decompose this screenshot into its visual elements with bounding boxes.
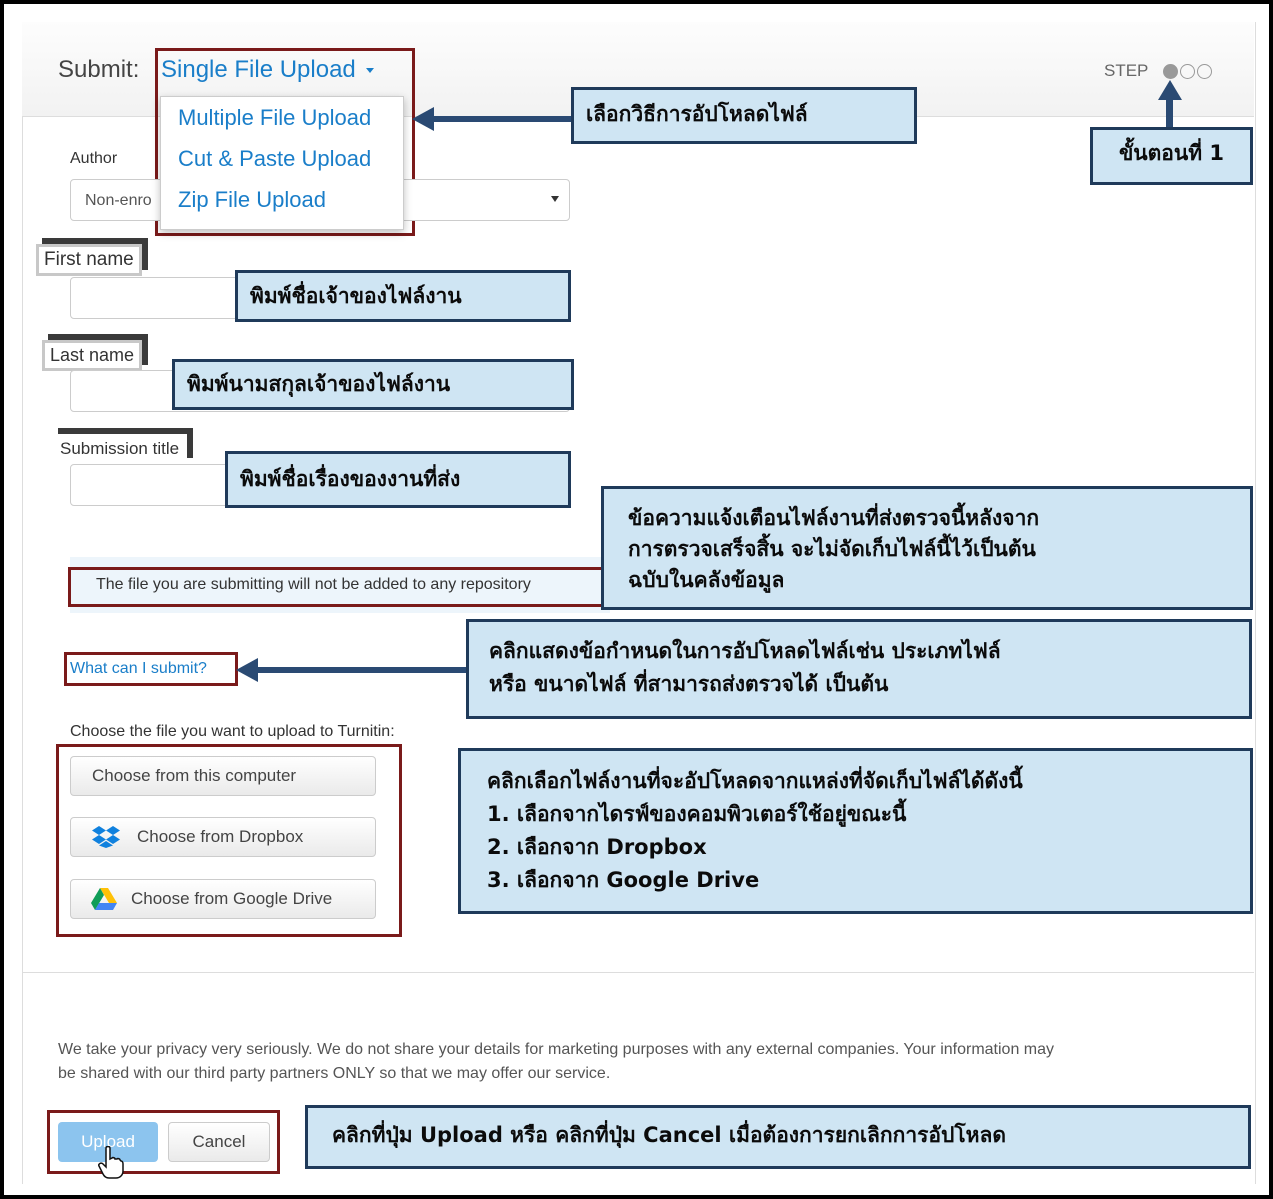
author-select-value: Non-enro bbox=[85, 192, 152, 209]
callout-what-submit: คลิกแสดงข้อกำหนดในการอัปโหลดไฟล์เช่น ประ… bbox=[466, 619, 1252, 719]
callout-notice: ข้อความแจ้งเตือนไฟล์งานที่ส่งตรวจนี้หลัง… bbox=[601, 486, 1253, 610]
first-name-label: First name bbox=[36, 244, 142, 276]
choose-from-dropbox-button[interactable]: Choose from Dropbox bbox=[70, 817, 376, 857]
callout-upload-cancel: คลิกที่ปุ่ม Upload หรือ คลิกที่ปุ่ม Canc… bbox=[305, 1105, 1251, 1169]
callout-source-line-2: 1. เลือกจากไดรฟ์ของคอมพิวเตอร์ใช้อยู่ขณะ… bbox=[487, 802, 907, 826]
menu-item-multiple-file-upload[interactable]: Multiple File Upload bbox=[178, 105, 371, 131]
submit-label: Submit: bbox=[58, 56, 140, 83]
choose-from-google-drive-label: Choose from Google Drive bbox=[131, 889, 333, 908]
callout-choose-source: คลิกเลือกไฟล์งานที่จะอัปโหลดจากแหล่งที่จ… bbox=[458, 748, 1253, 914]
menu-item-zip-file-upload[interactable]: Zip File Upload bbox=[178, 187, 326, 213]
last-name-label: Last name bbox=[42, 340, 143, 371]
choose-from-dropbox-label: Choose from Dropbox bbox=[137, 827, 304, 846]
what-can-i-submit-link[interactable]: What can I submit? bbox=[70, 660, 207, 678]
callout-source-line-1: คลิกเลือกไฟล์งานที่จะอัปโหลดจากแหล่งที่จ… bbox=[487, 769, 1023, 793]
submission-title-label: Submission title bbox=[52, 434, 188, 464]
arrow-line-step bbox=[1166, 98, 1173, 130]
privacy-line-1: We take your privacy very seriously. We … bbox=[58, 1041, 1055, 1058]
upload-method-menu: Multiple File Upload Cut & Paste Upload … bbox=[160, 96, 404, 230]
cancel-button[interactable]: Cancel bbox=[168, 1122, 270, 1162]
callout-source-line-3: 2. เลือกจาก Dropbox bbox=[487, 835, 707, 859]
arrow-left-icon bbox=[236, 658, 258, 682]
callout-step-one: ขั้นตอนที่ 1 bbox=[1090, 127, 1253, 185]
step-dot-1 bbox=[1163, 64, 1178, 79]
arrow-left-icon bbox=[412, 107, 434, 131]
callout-notice-line-2: การตรวจเสร็จสิ้น จะไม่จัดเก็บไฟล์นี้ไว้เ… bbox=[628, 537, 1036, 561]
choose-file-label: Choose the file you want to upload to Tu… bbox=[70, 723, 395, 740]
step-label: STEP bbox=[1104, 61, 1149, 80]
choose-from-computer-label: Choose from this computer bbox=[92, 766, 297, 785]
author-label: Author bbox=[70, 150, 118, 167]
privacy-notice: We take your privacy very seriously. We … bbox=[58, 1038, 1228, 1086]
arrow-up-icon bbox=[1158, 80, 1182, 100]
callout-what-submit-line-2: หรือ ขนาดไฟล์ ที่สามารถส่งตรวจได้ เป็นต้… bbox=[489, 672, 889, 696]
repository-notice-text: The file you are submitting will not be … bbox=[96, 576, 531, 593]
privacy-line-2: be shared with our third party partners … bbox=[58, 1065, 611, 1082]
callout-title: พิมพ์ชื่อเรื่องของงานที่ส่ง bbox=[225, 451, 571, 508]
hand-cursor-icon bbox=[98, 1145, 124, 1185]
cancel-button-label: Cancel bbox=[192, 1132, 246, 1151]
dropbox-icon bbox=[91, 826, 121, 848]
callout-choose-method: เลือกวิธีการอัปโหลดไฟล์ bbox=[571, 87, 917, 144]
callout-last-name: พิมพ์นามสกุลเจ้าของไฟล์งาน bbox=[172, 359, 574, 410]
callout-what-submit-line-1: คลิกแสดงข้อกำหนดในการอัปโหลดไฟล์เช่น ประ… bbox=[489, 639, 1001, 663]
arrow-line-submit bbox=[255, 667, 468, 673]
choose-from-computer-button[interactable]: Choose from this computer bbox=[70, 756, 376, 796]
callout-notice-line-3: ฉบับในคลังข้อมูล bbox=[628, 568, 785, 592]
step-dot-3 bbox=[1197, 64, 1212, 79]
menu-item-cut-paste-upload[interactable]: Cut & Paste Upload bbox=[178, 146, 371, 172]
callout-notice-line-1: ข้อความแจ้งเตือนไฟล์งานที่ส่งตรวจนี้หลัง… bbox=[628, 506, 1040, 530]
footer-divider bbox=[22, 972, 1254, 973]
step-dot-2 bbox=[1180, 64, 1195, 79]
choose-from-google-drive-button[interactable]: Choose from Google Drive bbox=[70, 879, 376, 919]
google-drive-icon bbox=[91, 888, 117, 910]
callout-source-line-4: 3. เลือกจาก Google Drive bbox=[487, 868, 760, 892]
arrow-line-method bbox=[430, 116, 572, 122]
callout-first-name: พิมพ์ชื่อเจ้าของไฟล์งาน bbox=[235, 270, 571, 322]
select-arrow-icon bbox=[551, 196, 559, 202]
